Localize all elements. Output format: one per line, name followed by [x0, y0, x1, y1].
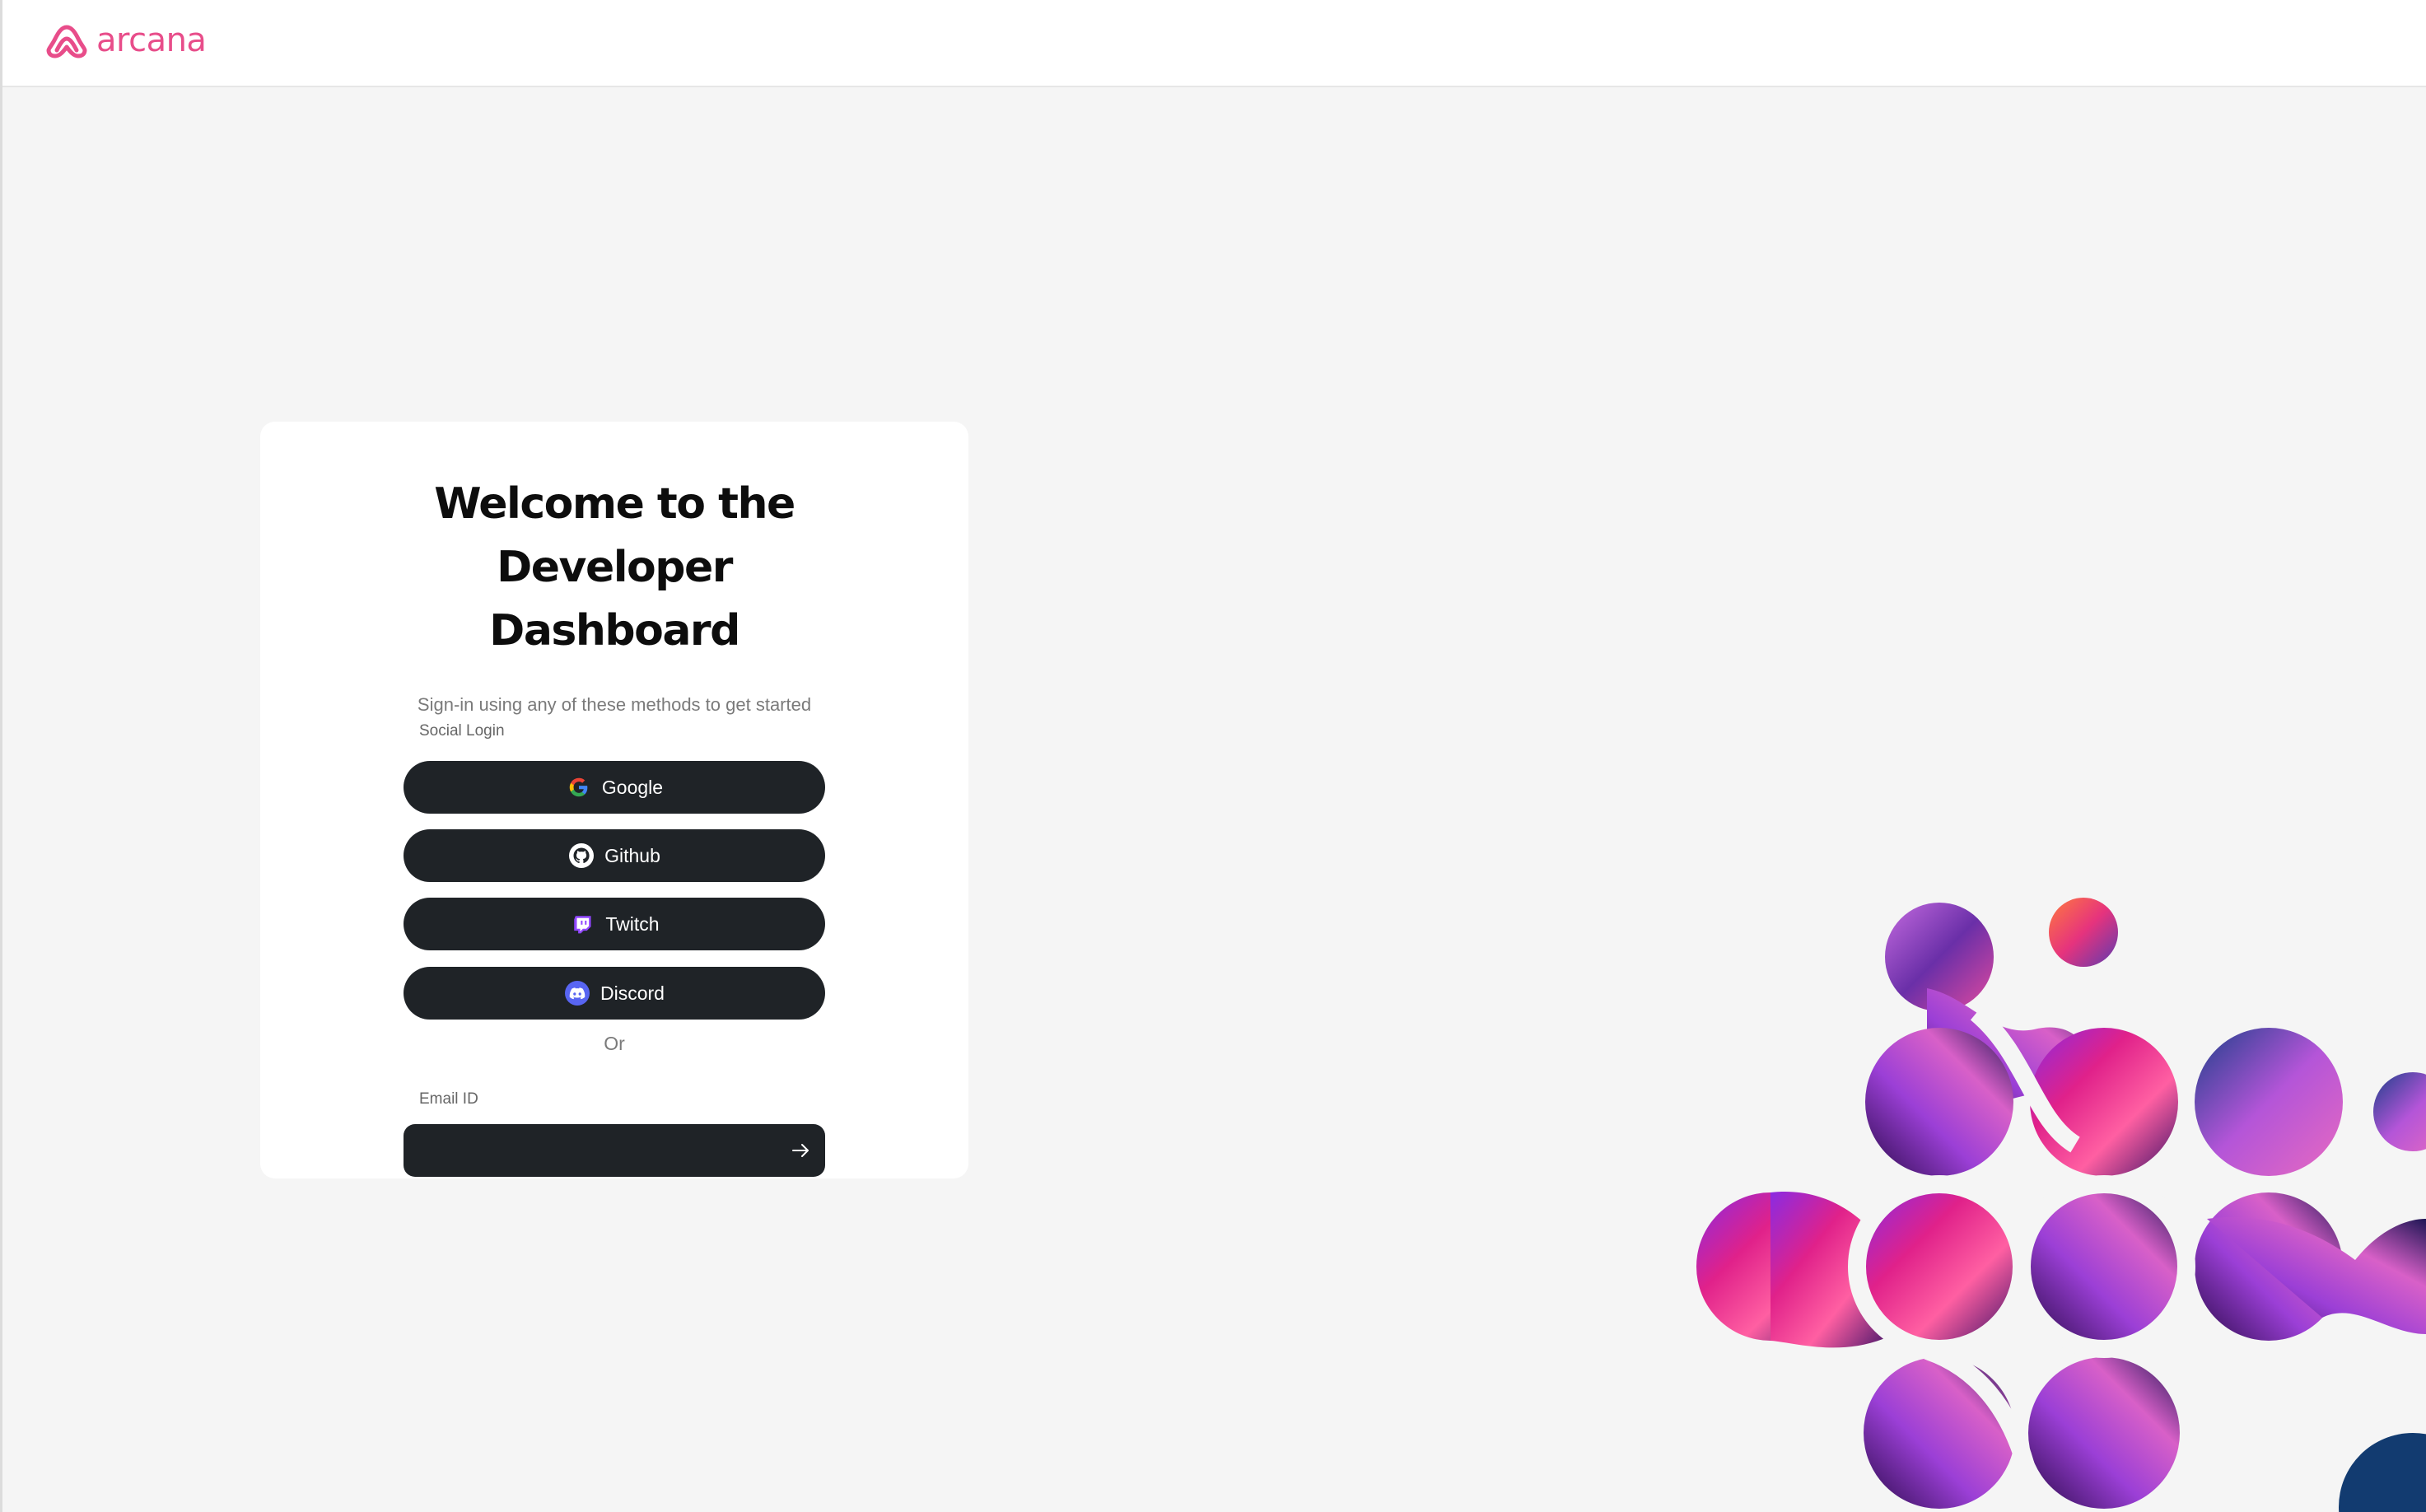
discord-login-button[interactable]: Discord — [404, 967, 825, 1020]
top-bar: arcana — [2, 0, 2426, 87]
google-login-button[interactable]: Google — [404, 761, 825, 814]
arcana-logo[interactable]: arcana — [45, 21, 207, 59]
twitch-button-label: Twitch — [605, 912, 660, 935]
sign-in-subtitle: Sign-in using any of these methods to ge… — [417, 694, 812, 715]
email-field[interactable] — [404, 1124, 825, 1178]
github-icon — [568, 842, 595, 869]
page-title: Welcome to the Developer Dashboard — [404, 473, 825, 663]
login-card: Welcome to the Developer Dashboard Sign-… — [260, 422, 968, 1178]
title-line-2: Developer Dashboard — [489, 543, 740, 656]
login-card-content: Welcome to the Developer Dashboard Sign-… — [404, 473, 825, 1178]
decorative-blob-artwork — [1680, 873, 2426, 1512]
email-label: Email ID — [419, 1090, 478, 1108]
social-login-label: Social Login — [419, 722, 505, 740]
or-divider: Or — [604, 1033, 625, 1054]
window-edge — [0, 0, 2, 1512]
google-button-label: Google — [601, 776, 664, 798]
google-icon — [566, 774, 592, 800]
discord-icon — [564, 980, 590, 1006]
arrow-right-icon[interactable] — [787, 1137, 814, 1164]
twitch-icon — [569, 911, 595, 937]
discord-button-label: Discord — [600, 982, 665, 1004]
arcana-logo-icon — [46, 25, 87, 58]
github-login-button[interactable]: Github — [404, 829, 825, 882]
title-line-1: Welcome to the — [434, 479, 795, 529]
logo-text: arcana — [96, 21, 207, 59]
twitch-login-button[interactable]: Twitch — [404, 898, 825, 950]
email-input[interactable] — [420, 1124, 769, 1178]
github-button-label: Github — [604, 844, 660, 866]
